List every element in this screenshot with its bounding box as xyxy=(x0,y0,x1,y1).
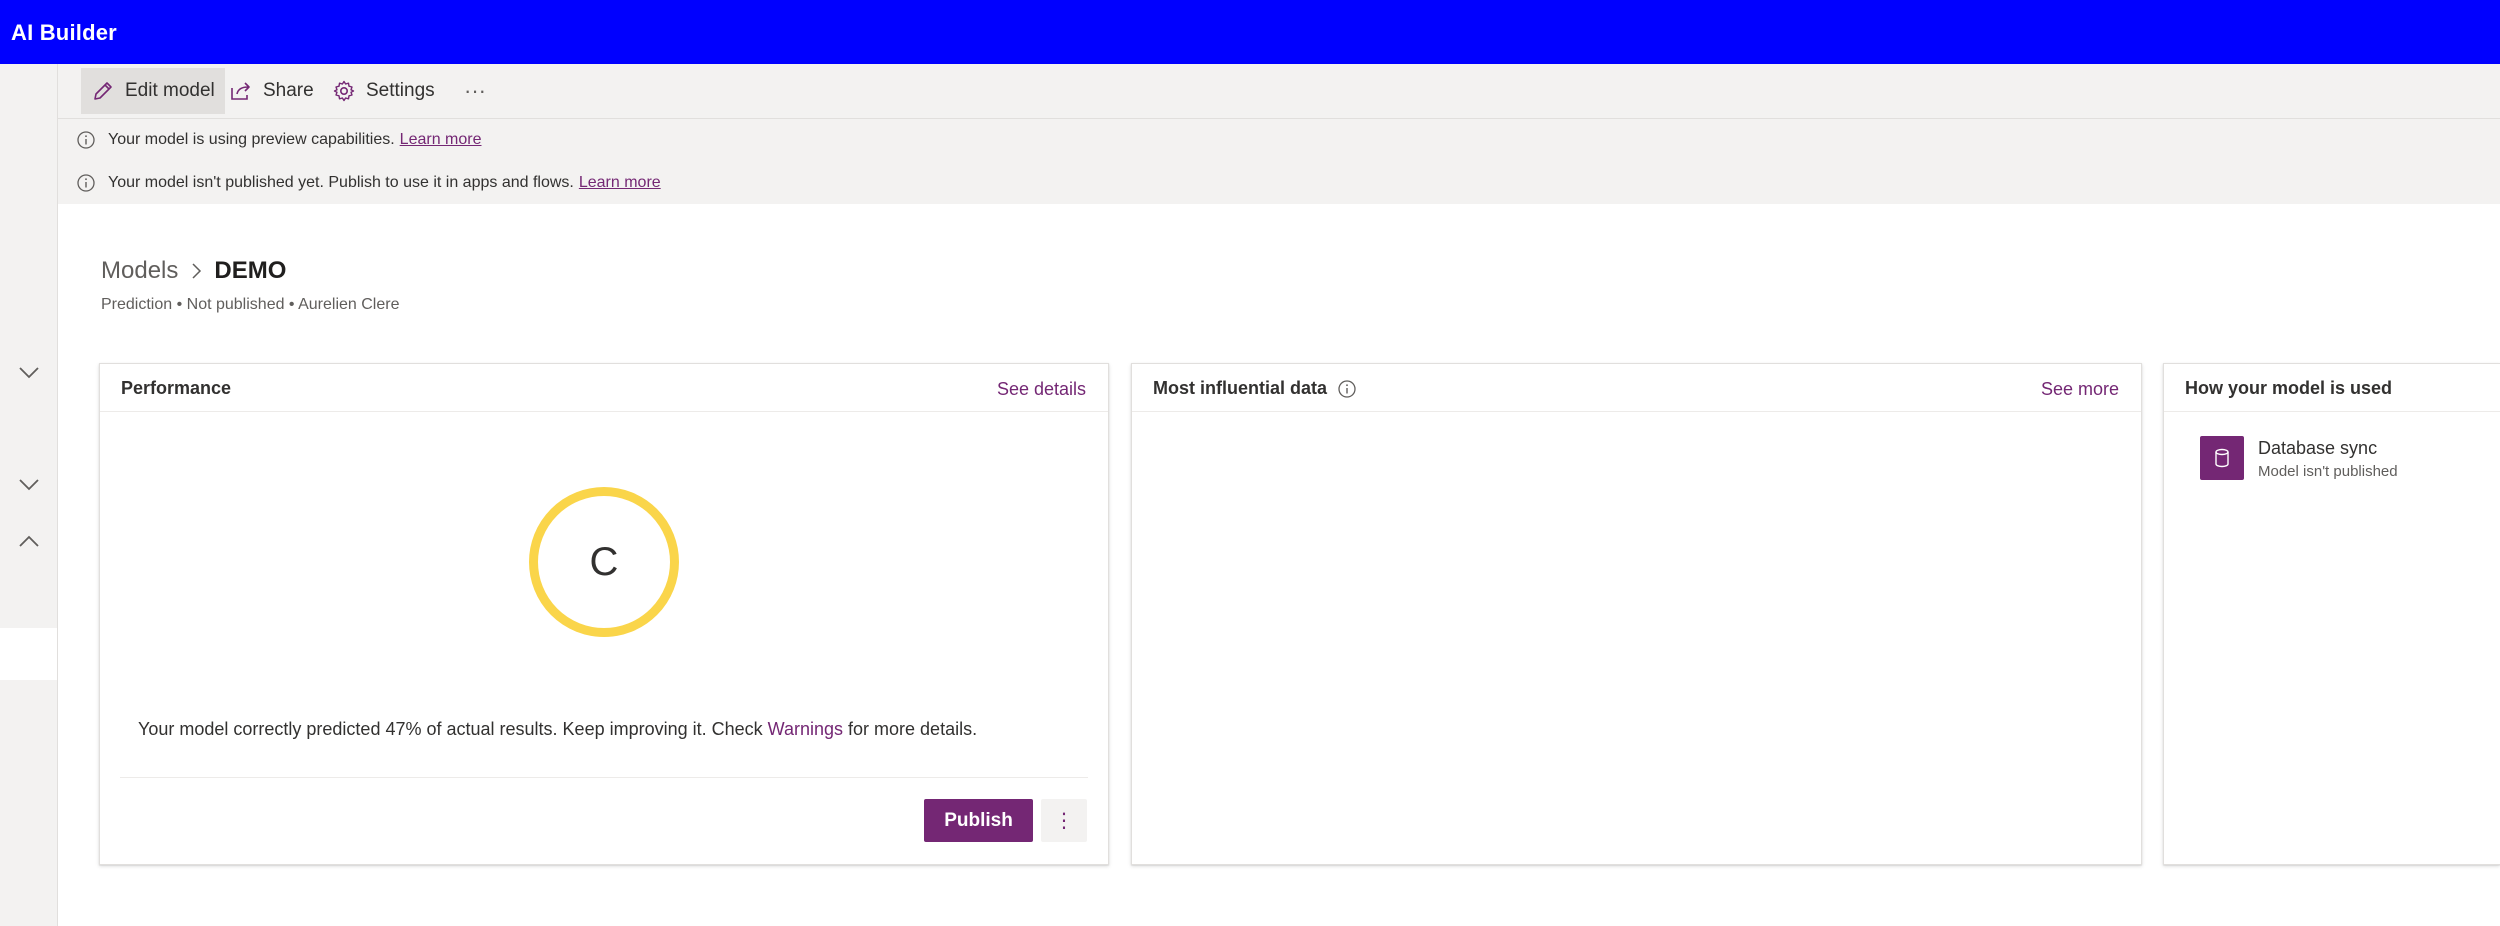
publish-button[interactable]: Publish xyxy=(924,799,1033,842)
pencil-icon xyxy=(94,82,112,100)
command-bar: Edit model Share Settings ··· xyxy=(58,64,2500,119)
card-header: Performance See details xyxy=(100,364,1108,412)
more-options-button[interactable]: ⋮ xyxy=(1041,799,1087,842)
model-meta: Prediction • Not published • Aurelien Cl… xyxy=(101,296,400,313)
info-icon xyxy=(76,173,96,193)
divider xyxy=(120,777,1088,778)
database-icon xyxy=(2200,436,2244,480)
share-button[interactable]: Share xyxy=(219,68,324,114)
card-header: Most influential data See more xyxy=(1132,364,2141,412)
chevron-down-icon[interactable] xyxy=(14,358,44,388)
see-details-link[interactable]: See details xyxy=(997,379,1086,400)
info-icon[interactable] xyxy=(1337,379,1357,399)
learn-more-link[interactable]: Learn more xyxy=(400,131,482,149)
warnings-link[interactable]: Warnings xyxy=(768,719,843,739)
usage-item-status: Model isn't published xyxy=(2258,463,2398,480)
edit-model-label: Edit model xyxy=(125,80,215,101)
chevron-up-icon[interactable] xyxy=(14,526,44,556)
summary-text-end: for more details. xyxy=(848,719,978,739)
card-title: Performance xyxy=(121,378,232,398)
card-header: How your model is used xyxy=(2164,364,2500,412)
app-header: AI Builder xyxy=(0,0,2500,64)
see-more-link[interactable]: See more xyxy=(2041,379,2119,400)
share-icon xyxy=(231,82,250,100)
settings-label: Settings xyxy=(366,80,435,101)
message-text: Your model isn't published yet. Publish … xyxy=(108,173,574,191)
page-title: DEMO xyxy=(214,257,287,284)
usage-item[interactable]: Database sync Model isn't published xyxy=(2200,436,2398,480)
unpublished-message-bar: Your model isn't published yet. Publish … xyxy=(58,161,2500,204)
card-title: How your model is used xyxy=(2185,378,2393,398)
more-commands-button[interactable]: ··· xyxy=(454,68,496,114)
breadcrumb: Models DEMO xyxy=(101,257,286,285)
model-usage-card: How your model is used Database sync Mod… xyxy=(2163,363,2500,865)
edit-model-button[interactable]: Edit model xyxy=(81,68,225,114)
card-title-text: Most influential data xyxy=(1153,378,1328,398)
breadcrumb-models-link[interactable]: Models xyxy=(101,257,178,285)
chevron-down-icon[interactable] xyxy=(14,470,44,500)
gear-icon xyxy=(333,80,355,102)
message-text: Your model is using preview capabilities… xyxy=(108,131,395,148)
more-vertical-icon: ⋮ xyxy=(1054,810,1074,832)
performance-summary: Your model correctly predicted 47% of ac… xyxy=(138,719,977,740)
usage-item-name: Database sync xyxy=(2258,438,2378,458)
share-label: Share xyxy=(263,80,314,101)
influential-data-card: Most influential data See more xyxy=(1131,363,2142,865)
performance-card: Performance See details C Your model cor… xyxy=(99,363,1109,865)
left-nav xyxy=(0,64,58,926)
nav-selected-item[interactable] xyxy=(0,628,57,680)
summary-text: Your model correctly predicted 47% of ac… xyxy=(138,719,763,739)
info-icon xyxy=(76,130,96,150)
performance-grade: C xyxy=(529,487,679,637)
preview-message-bar: Your model is using preview capabilities… xyxy=(58,119,2500,161)
card-title: Most influential data xyxy=(1153,378,1357,399)
learn-more-link[interactable]: Learn more xyxy=(579,174,661,192)
chevron-right-icon xyxy=(190,262,202,280)
settings-button[interactable]: Settings xyxy=(322,68,445,114)
app-title[interactable]: AI Builder xyxy=(11,20,117,46)
